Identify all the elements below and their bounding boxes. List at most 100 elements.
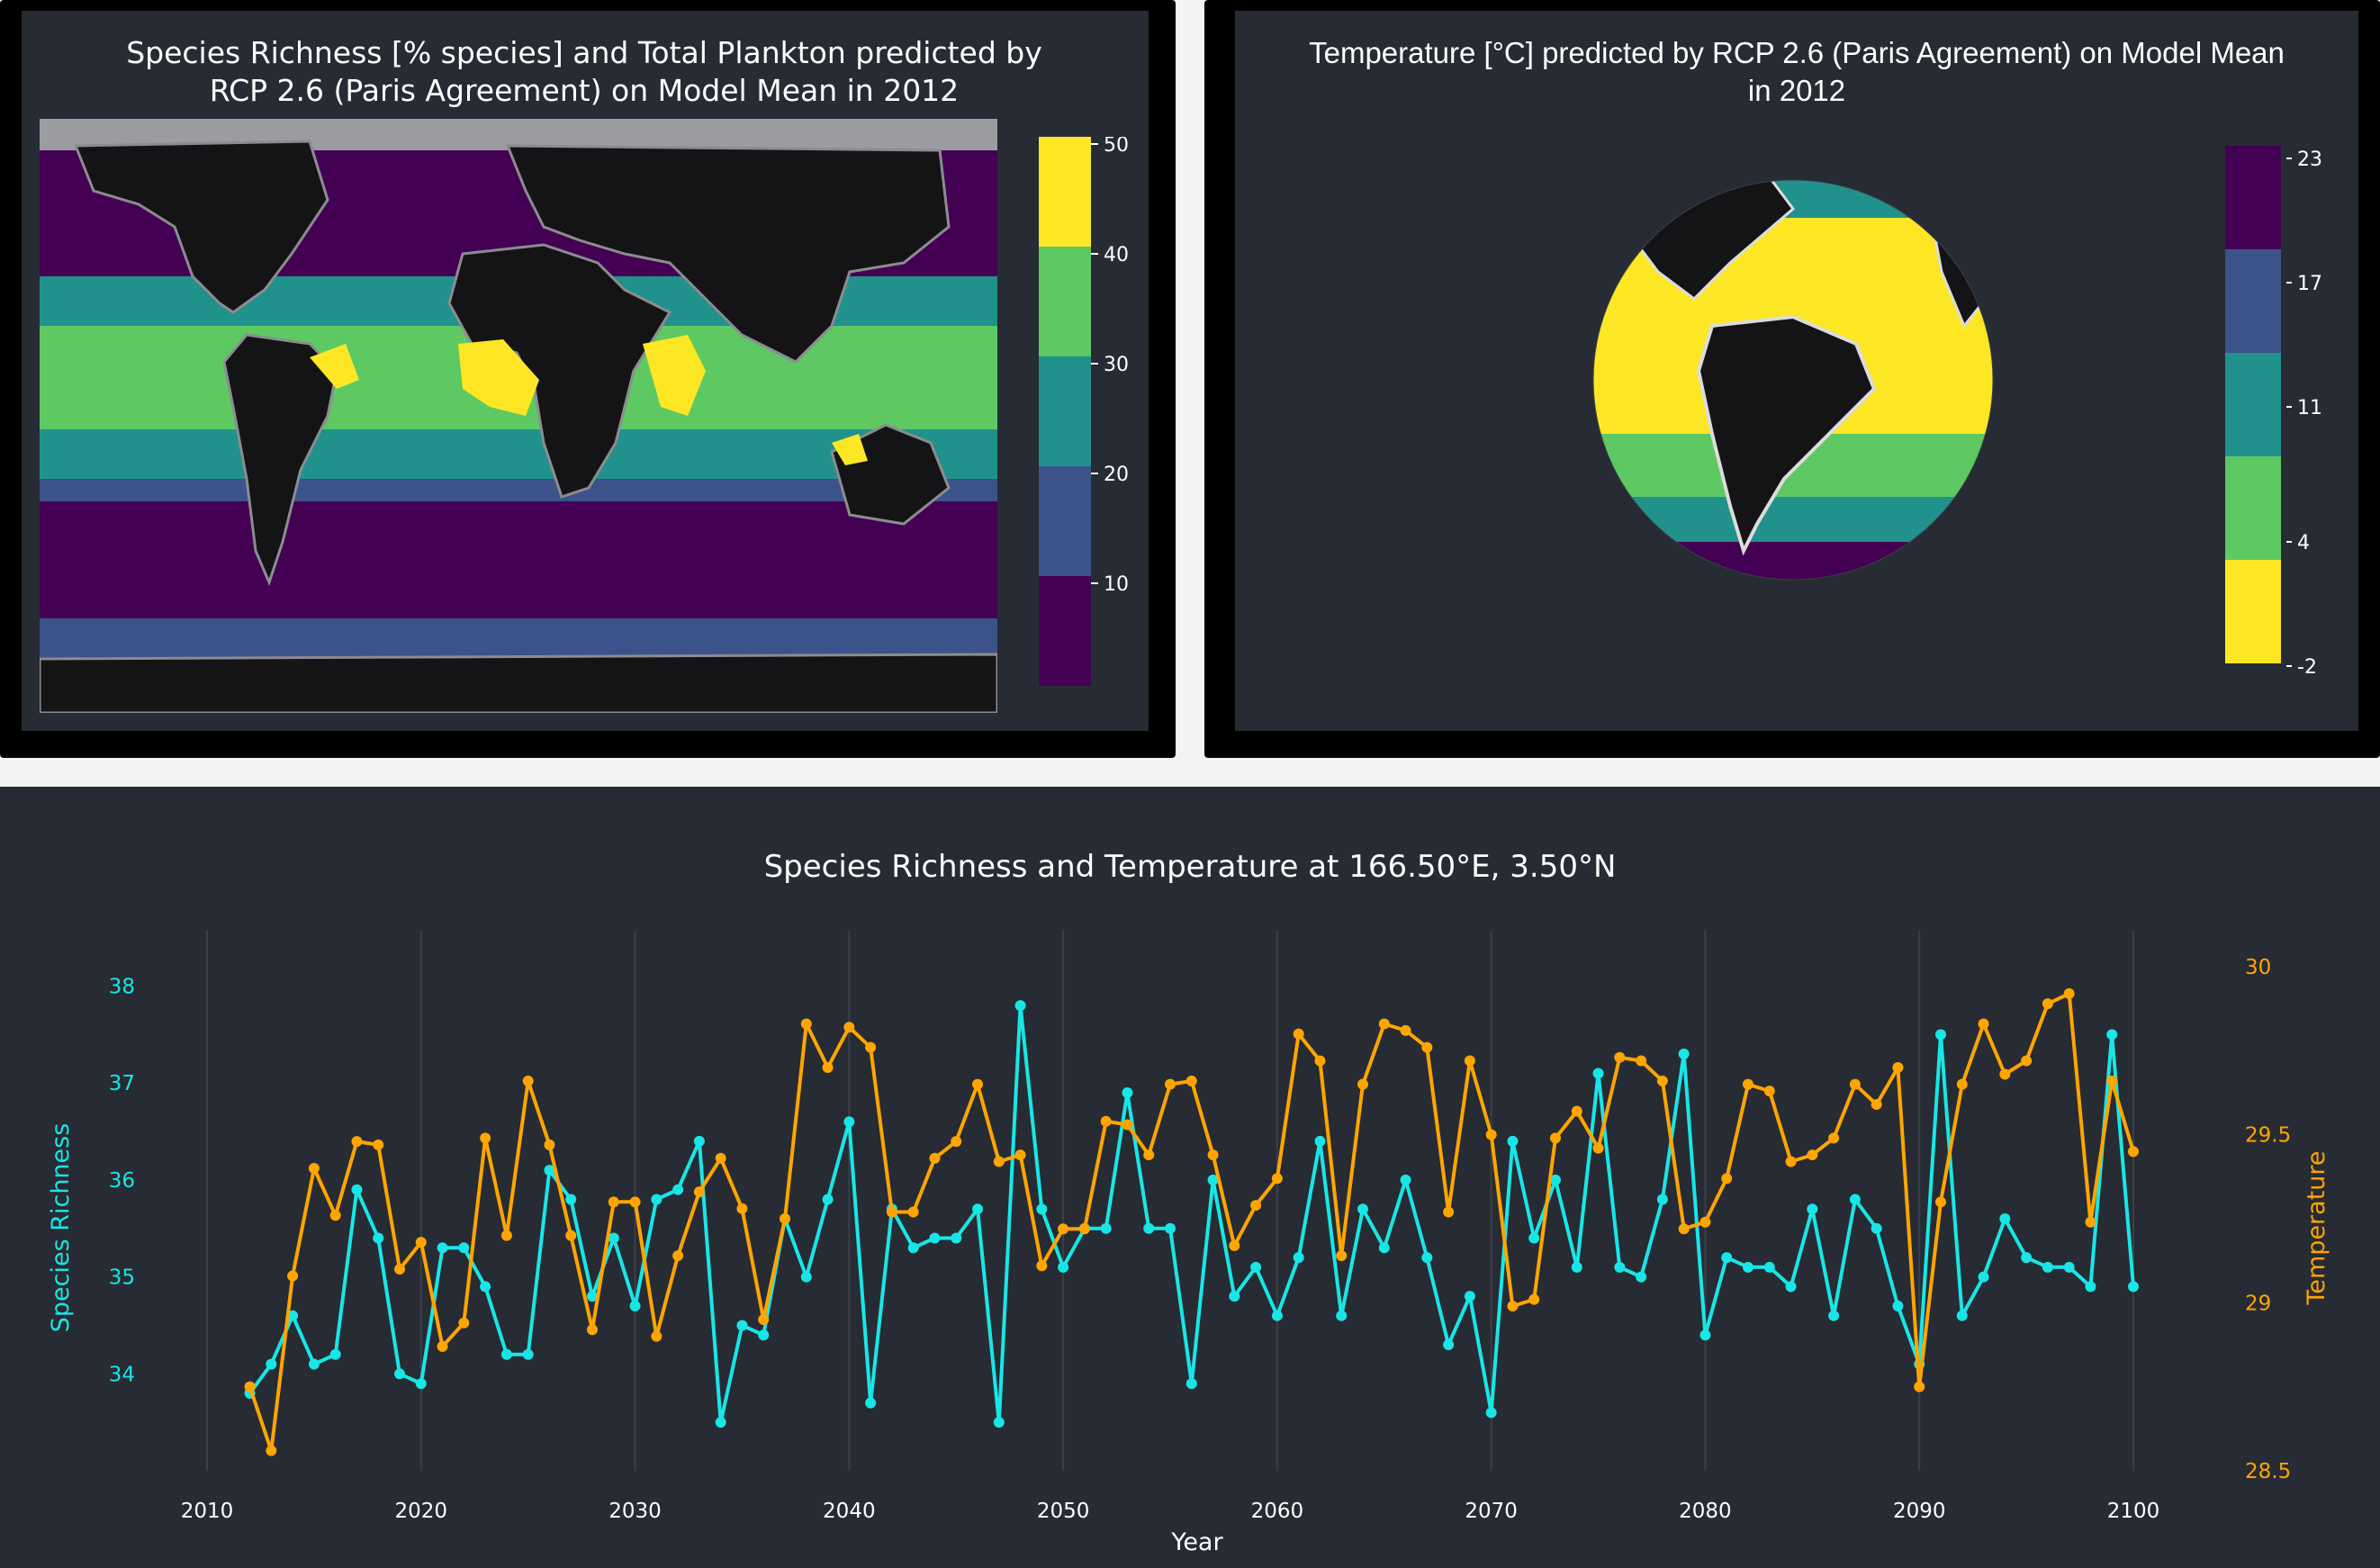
data-point-richness[interactable] bbox=[629, 1300, 641, 1311]
data-point-temperature[interactable] bbox=[1699, 1216, 1711, 1228]
data-point-richness[interactable] bbox=[1036, 1203, 1048, 1215]
data-point-richness[interactable] bbox=[1122, 1087, 1133, 1098]
data-point-temperature[interactable] bbox=[1207, 1149, 1219, 1161]
data-point-richness[interactable] bbox=[1699, 1329, 1711, 1341]
data-point-richness[interactable] bbox=[394, 1368, 405, 1380]
data-point-temperature[interactable] bbox=[1250, 1200, 1262, 1212]
data-point-richness[interactable] bbox=[1336, 1310, 1348, 1321]
data-point-richness[interactable] bbox=[951, 1232, 962, 1244]
data-point-richness[interactable] bbox=[2085, 1281, 2096, 1293]
data-point-temperature[interactable] bbox=[1550, 1132, 1561, 1144]
data-point-richness[interactable] bbox=[1058, 1261, 1069, 1273]
data-point-richness[interactable] bbox=[308, 1358, 320, 1370]
data-point-temperature[interactable] bbox=[758, 1314, 770, 1325]
data-point-temperature[interactable] bbox=[907, 1206, 919, 1218]
data-point-temperature[interactable] bbox=[1271, 1173, 1283, 1185]
data-point-temperature[interactable] bbox=[1592, 1142, 1604, 1154]
data-point-temperature[interactable] bbox=[1935, 1196, 1946, 1208]
data-point-richness[interactable] bbox=[1400, 1174, 1411, 1185]
data-point-temperature[interactable] bbox=[1871, 1099, 1882, 1111]
data-point-temperature[interactable] bbox=[394, 1264, 405, 1275]
data-point-temperature[interactable] bbox=[1892, 1062, 1904, 1073]
data-point-temperature[interactable] bbox=[1656, 1075, 1668, 1086]
data-point-temperature[interactable] bbox=[1763, 1086, 1775, 1097]
data-point-temperature[interactable] bbox=[865, 1041, 877, 1053]
data-point-richness[interactable] bbox=[800, 1271, 812, 1283]
data-point-temperature[interactable] bbox=[1100, 1115, 1112, 1127]
data-point-temperature[interactable] bbox=[1229, 1239, 1240, 1251]
data-point-temperature[interactable] bbox=[287, 1270, 299, 1282]
data-point-temperature[interactable] bbox=[822, 1062, 834, 1073]
data-point-temperature[interactable] bbox=[587, 1324, 598, 1336]
data-point-richness[interactable] bbox=[1978, 1271, 1989, 1283]
data-point-richness[interactable] bbox=[1357, 1203, 1368, 1215]
data-point-richness[interactable] bbox=[1763, 1261, 1775, 1273]
data-point-richness[interactable] bbox=[565, 1194, 577, 1205]
data-point-richness[interactable] bbox=[1871, 1222, 1882, 1234]
data-point-temperature[interactable] bbox=[715, 1152, 726, 1164]
data-point-temperature[interactable] bbox=[1678, 1223, 1690, 1235]
data-point-temperature[interactable] bbox=[951, 1136, 962, 1148]
data-point-temperature[interactable] bbox=[800, 1018, 812, 1030]
data-point-temperature[interactable] bbox=[1443, 1206, 1455, 1218]
data-point-richness[interactable] bbox=[1100, 1222, 1112, 1234]
data-point-temperature[interactable] bbox=[1636, 1055, 1647, 1067]
data-point-richness[interactable] bbox=[458, 1242, 470, 1254]
data-point-temperature[interactable] bbox=[2128, 1146, 2139, 1158]
data-point-richness[interactable] bbox=[373, 1232, 384, 1244]
data-point-temperature[interactable] bbox=[1978, 1018, 1989, 1030]
data-point-temperature[interactable] bbox=[1721, 1173, 1733, 1185]
data-point-temperature[interactable] bbox=[2063, 987, 2075, 999]
data-point-richness[interactable] bbox=[1443, 1339, 1455, 1350]
data-point-temperature[interactable] bbox=[1421, 1041, 1433, 1053]
data-point-temperature[interactable] bbox=[522, 1075, 534, 1086]
data-point-richness[interactable] bbox=[1807, 1203, 1818, 1215]
data-point-temperature[interactable] bbox=[651, 1330, 663, 1342]
data-point-richness[interactable] bbox=[1956, 1310, 1968, 1321]
data-point-richness[interactable] bbox=[693, 1135, 705, 1147]
data-point-temperature[interactable] bbox=[1849, 1078, 1861, 1090]
data-point-richness[interactable] bbox=[1185, 1378, 1197, 1390]
data-point-richness[interactable] bbox=[500, 1348, 512, 1360]
data-point-richness[interactable] bbox=[822, 1194, 834, 1205]
data-point-richness[interactable] bbox=[437, 1242, 448, 1254]
data-point-temperature[interactable] bbox=[1528, 1293, 1540, 1305]
data-point-richness[interactable] bbox=[972, 1203, 983, 1215]
data-point-richness[interactable] bbox=[1592, 1068, 1604, 1079]
data-point-richness[interactable] bbox=[929, 1232, 941, 1244]
data-point-temperature[interactable] bbox=[1122, 1119, 1133, 1131]
data-point-richness[interactable] bbox=[993, 1417, 1005, 1428]
data-point-richness[interactable] bbox=[1421, 1252, 1433, 1264]
data-point-richness[interactable] bbox=[672, 1184, 684, 1195]
data-point-temperature[interactable] bbox=[1036, 1260, 1048, 1272]
data-point-richness[interactable] bbox=[1528, 1232, 1540, 1244]
data-point-richness[interactable] bbox=[2128, 1281, 2139, 1293]
data-point-richness[interactable] bbox=[1507, 1135, 1519, 1147]
data-point-temperature[interactable] bbox=[1956, 1078, 1968, 1090]
data-point-richness[interactable] bbox=[2042, 1261, 2053, 1273]
data-point-temperature[interactable] bbox=[780, 1213, 790, 1224]
data-point-richness[interactable] bbox=[2021, 1252, 2033, 1264]
data-point-temperature[interactable] bbox=[2106, 1075, 2118, 1086]
data-point-temperature[interactable] bbox=[1828, 1132, 1840, 1144]
data-point-richness[interactable] bbox=[266, 1358, 277, 1370]
data-point-temperature[interactable] bbox=[266, 1445, 277, 1456]
data-point-richness[interactable] bbox=[651, 1194, 663, 1205]
data-point-temperature[interactable] bbox=[544, 1139, 555, 1150]
data-point-temperature[interactable] bbox=[329, 1210, 341, 1221]
world-map[interactable] bbox=[40, 119, 997, 713]
data-point-richness[interactable] bbox=[415, 1378, 427, 1390]
data-point-richness[interactable] bbox=[1892, 1300, 1904, 1311]
data-point-temperature[interactable] bbox=[1078, 1223, 1090, 1235]
data-point-richness[interactable] bbox=[1614, 1261, 1626, 1273]
data-point-temperature[interactable] bbox=[886, 1206, 897, 1218]
data-point-richness[interactable] bbox=[351, 1184, 363, 1195]
data-point-temperature[interactable] bbox=[500, 1230, 512, 1241]
data-point-richness[interactable] bbox=[1271, 1310, 1283, 1321]
data-point-temperature[interactable] bbox=[2085, 1216, 2096, 1228]
data-point-temperature[interactable] bbox=[843, 1022, 855, 1033]
data-point-richness[interactable] bbox=[1378, 1242, 1390, 1254]
data-point-temperature[interactable] bbox=[672, 1250, 684, 1262]
data-point-temperature[interactable] bbox=[1807, 1149, 1818, 1161]
data-point-temperature[interactable] bbox=[1336, 1250, 1348, 1262]
